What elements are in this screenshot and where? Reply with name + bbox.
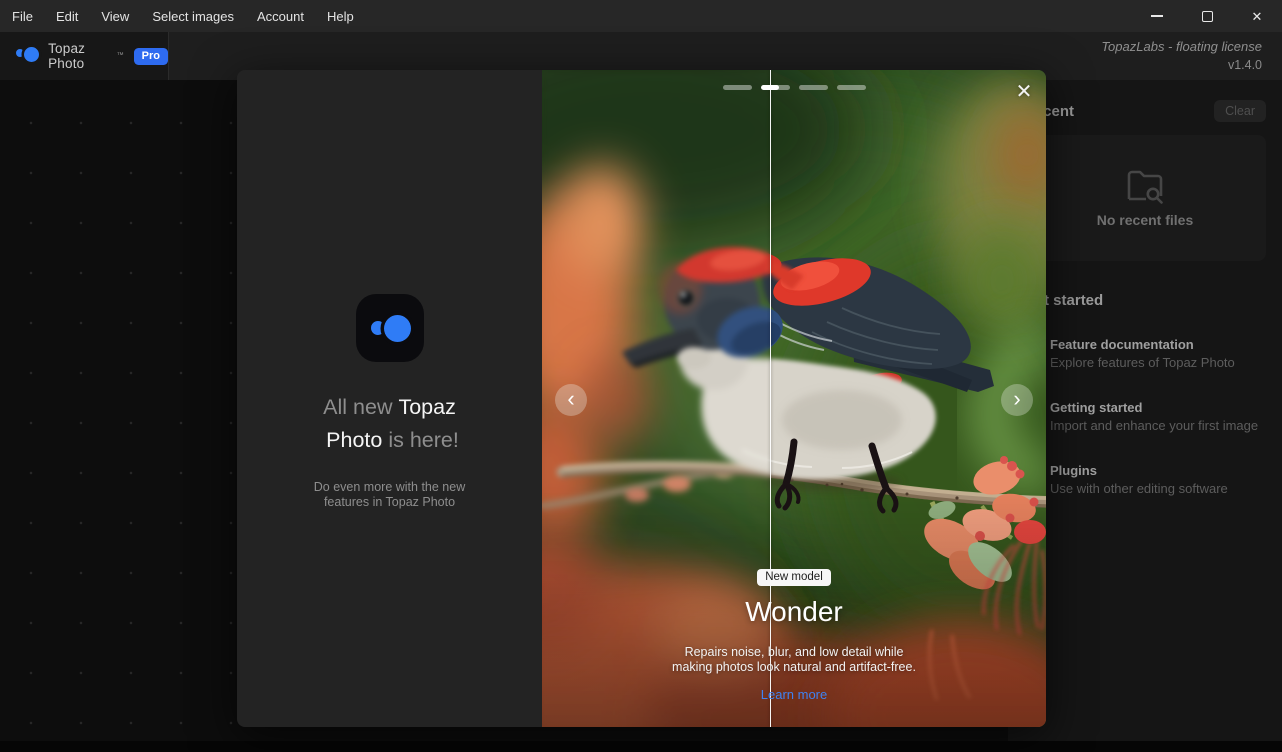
menubar: File Edit View Select images Account Hel… — [0, 9, 354, 24]
menu-file[interactable]: File — [12, 9, 33, 24]
window-controls: ✕ — [1132, 0, 1282, 32]
clear-recent-button[interactable]: Clear — [1214, 100, 1266, 122]
carousel-next-button[interactable]: › — [1001, 384, 1033, 416]
version-text: v1.4.0 — [1227, 58, 1262, 72]
minimize-icon — [1151, 15, 1163, 17]
no-recent-files-text: No recent files — [1096, 212, 1194, 228]
modal-intro-panel: All new Topaz Photo is here! Do even more… — [237, 70, 542, 727]
right-sidebar: Recent Clear No recent files Get started… — [1008, 80, 1282, 741]
status-bar — [0, 741, 1282, 752]
menu-help[interactable]: Help — [327, 9, 354, 24]
slide-info: New model Wonder Repairs noise, blur, an… — [542, 567, 1046, 704]
learn-more-link[interactable]: Learn more — [761, 687, 827, 702]
minimize-button[interactable] — [1132, 0, 1182, 32]
topaz-logo-icon — [16, 47, 39, 65]
menu-view[interactable]: View — [101, 9, 129, 24]
folder-search-icon — [1127, 170, 1163, 204]
titlebar: File Edit View Select images Account Hel… — [0, 0, 1282, 32]
menu-edit[interactable]: Edit — [56, 9, 78, 24]
intro-subtitle: Do even more with the new features in To… — [313, 480, 466, 509]
carousel-prev-button[interactable]: ‹ — [555, 384, 587, 416]
close-icon: ✕ — [1251, 8, 1263, 24]
slide-description: Repairs noise, blur, and low detail whil… — [672, 645, 916, 674]
new-model-badge: New model — [757, 569, 831, 586]
get-started-list: Feature documentation Explore features o… — [1024, 336, 1266, 497]
close-button[interactable]: ✕ — [1232, 0, 1282, 32]
menu-select-images[interactable]: Select images — [152, 9, 234, 24]
pro-badge: Pro — [133, 47, 168, 65]
brand-block: Topaz Photo ™ Pro — [0, 32, 169, 80]
progress-segment-4[interactable] — [836, 85, 866, 90]
carousel-progress-fill — [760, 85, 780, 90]
maximize-button[interactable] — [1182, 0, 1232, 32]
progress-segment-1[interactable] — [722, 85, 752, 90]
app-logo-tile — [355, 294, 424, 362]
link-feature-documentation[interactable]: Feature documentation Explore features o… — [1050, 336, 1266, 371]
maximize-icon — [1201, 10, 1213, 22]
link-plugins[interactable]: Plugins Use with other editing software — [1050, 462, 1266, 497]
get-started-title: Get started — [1024, 292, 1104, 309]
progress-segment-2[interactable] — [760, 85, 790, 90]
progress-segment-3[interactable] — [798, 85, 828, 90]
trademark-mark: ™ — [116, 52, 124, 59]
link-getting-started[interactable]: Getting started Import and enhance your … — [1050, 399, 1266, 434]
recent-header-row: Recent Clear — [1024, 100, 1266, 122]
feature-carousel: ✕ ‹ › New model Wonder Repairs noise, bl… — [542, 70, 1046, 727]
intro-title: All new Topaz Photo is here! — [323, 395, 459, 452]
license-text: TopazLabs - floating license — [1101, 39, 1262, 54]
license-block: TopazLabs - floating license v1.4.0 — [1101, 37, 1262, 74]
slide-title: Wonder — [745, 596, 843, 627]
menu-account[interactable]: Account — [257, 9, 304, 24]
recent-empty-card: No recent files — [1024, 135, 1266, 261]
modal-close-button[interactable]: ✕ — [1011, 78, 1037, 104]
carousel-progress — [542, 85, 1046, 90]
app-window: File Edit View Select images Account Hel… — [0, 0, 1282, 752]
app-name: Topaz Photo — [48, 41, 86, 71]
welcome-modal: All new Topaz Photo is here! Do even more… — [237, 70, 1046, 727]
